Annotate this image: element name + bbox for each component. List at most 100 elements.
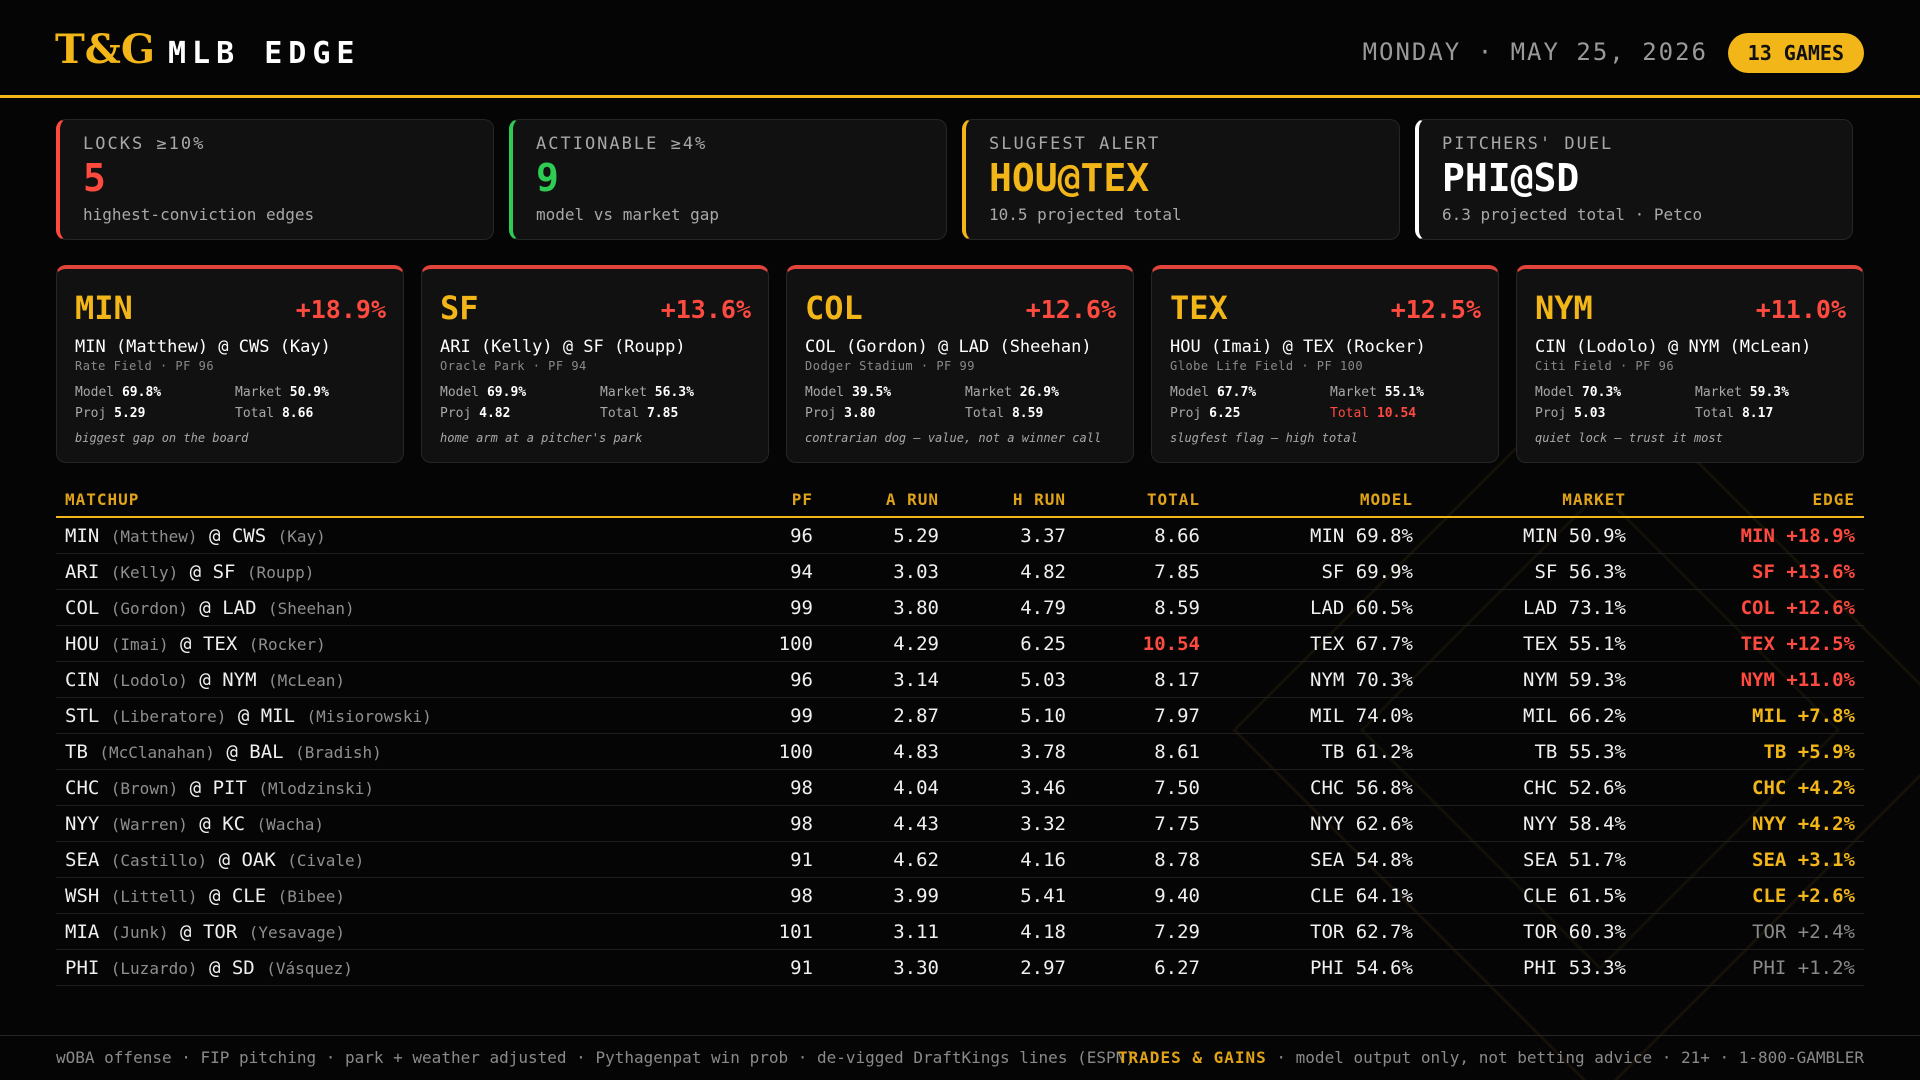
table-row[interactable]: NYY (Warren) @ KC (Wacha) 98 4.43 3.32 7.75 N… bbox=[56, 806, 1864, 842]
market-cell: CHC 52.6% bbox=[1523, 777, 1626, 799]
card-model-value: 70.3% bbox=[1581, 385, 1622, 400]
card-projection-value: 5.29 bbox=[114, 406, 146, 421]
away-runs-cell: 4.04 bbox=[893, 777, 939, 799]
model-cell: MIN 69.8% bbox=[1310, 525, 1413, 547]
card-model-label: Model bbox=[75, 385, 115, 400]
away-runs-cell: 3.14 bbox=[893, 669, 939, 691]
card-model-value: 39.5% bbox=[851, 385, 892, 400]
table-row[interactable]: PHI (Luzardo) @ SD (Vásquez) 91 3.30 2.97 6.… bbox=[56, 950, 1864, 986]
matchup-cell: COL (Gordon) @ LAD (Sheehan) bbox=[65, 597, 355, 619]
model-cell: NYM 70.3% bbox=[1310, 669, 1413, 691]
away-pitcher: (Warren) bbox=[110, 815, 188, 834]
card-projection-value: 6.25 bbox=[1209, 406, 1241, 421]
away-pitcher: (Brown) bbox=[110, 779, 179, 798]
away-runs-cell: 5.29 bbox=[893, 525, 939, 547]
card-total: Total 8.59 bbox=[965, 406, 1043, 421]
card-projection: Proj 4.82 bbox=[440, 406, 510, 421]
park-factor-cell: 100 bbox=[778, 741, 813, 763]
stat-subtext: 10.5 projected total bbox=[989, 205, 1182, 224]
table-row[interactable]: CIN (Lodolo) @ NYM (McLean) 96 3.14 5.03 8.1… bbox=[56, 662, 1864, 698]
park-factor-cell: 98 bbox=[790, 885, 813, 907]
home-runs-cell: 3.32 bbox=[1020, 813, 1066, 835]
market-cell: LAD 73.1% bbox=[1523, 597, 1626, 619]
total-cell: 10.54 bbox=[1142, 633, 1200, 655]
edge-card[interactable]: SF +13.6% ARI (Kelly) @ SF (Roupp) Oracle P… bbox=[421, 265, 769, 463]
card-team: NYM bbox=[1535, 289, 1593, 327]
card-note: home arm at a pitcher's park bbox=[440, 431, 643, 445]
card-market-value: 50.9% bbox=[289, 385, 329, 400]
matchup-table: MATCHUP PF A RUN H RUN TOTAL MODEL MARKE… bbox=[56, 484, 1864, 986]
col-header-edge[interactable]: EDGE bbox=[1812, 490, 1855, 509]
edge-card[interactable]: COL +12.6% COL (Gordon) @ LAD (Sheehan) Dod… bbox=[786, 265, 1134, 463]
total-cell: 8.17 bbox=[1154, 669, 1200, 691]
card-matchup: HOU (Imai) @ TEX (Rocker) bbox=[1170, 337, 1426, 357]
home-runs-cell: 2.97 bbox=[1020, 957, 1066, 979]
table-row[interactable]: TB (McClanahan) @ BAL (Bradish) 100 4.83 3.… bbox=[56, 734, 1864, 770]
away-runs-cell: 2.87 bbox=[893, 705, 939, 727]
table-row[interactable]: MIN (Matthew) @ CWS (Kay) 96 5.29 3.37 8.66 M… bbox=[56, 518, 1864, 554]
col-header-market[interactable]: MARKET bbox=[1562, 490, 1626, 509]
table-row[interactable]: WSH (Littell) @ CLE (Bibee) 98 3.99 5.41 9.4… bbox=[56, 878, 1864, 914]
card-market: Market 56.3% bbox=[600, 385, 694, 400]
total-cell: 7.75 bbox=[1154, 813, 1200, 835]
table-row[interactable]: COL (Gordon) @ LAD (Sheehan) 99 3.80 4.79 8.… bbox=[56, 590, 1864, 626]
matchup-cell: SEA (Castillo) @ OAK (Civale) bbox=[65, 849, 364, 871]
footer-brand: TRADES & GAINS bbox=[1117, 1048, 1267, 1067]
at-symbol: @ bbox=[189, 561, 202, 583]
table-row[interactable]: SEA (Castillo) @ OAK (Civale) 91 4.62 4.16 8… bbox=[56, 842, 1864, 878]
home-pitcher: (Yesavage) bbox=[248, 923, 346, 942]
away-team: NYY bbox=[65, 813, 100, 835]
card-market-label: Market bbox=[965, 385, 1012, 400]
col-header-h-run[interactable]: H RUN bbox=[1013, 490, 1066, 509]
table-row[interactable]: STL (Liberatore) @ MIL (Misiorowski) 99 2.… bbox=[56, 698, 1864, 734]
edge-card[interactable]: NYM +11.0% CIN (Lodolo) @ NYM (McLean) Citi… bbox=[1516, 265, 1864, 463]
market-cell: SEA 51.7% bbox=[1523, 849, 1626, 871]
table-row[interactable]: CHC (Brown) @ PIT (Mlodzinski) 98 4.04 3.46… bbox=[56, 770, 1864, 806]
model-cell: SF 69.9% bbox=[1321, 561, 1413, 583]
away-pitcher: (McClanahan) bbox=[99, 743, 215, 762]
at-symbol: @ bbox=[218, 849, 231, 871]
col-header-model[interactable]: MODEL bbox=[1360, 490, 1413, 509]
col-header-total[interactable]: TOTAL bbox=[1147, 490, 1200, 509]
matchup-cell: CIN (Lodolo) @ NYM (McLean) bbox=[65, 669, 345, 691]
away-team: STL bbox=[65, 705, 100, 727]
away-team: HOU bbox=[65, 633, 100, 655]
page-header: T&G MLB EDGE MONDAY · MAY 25, 2026 13 GA… bbox=[0, 0, 1920, 98]
col-header-matchup[interactable]: MATCHUP bbox=[65, 490, 139, 509]
away-runs-cell: 4.62 bbox=[893, 849, 939, 871]
matchup-cell: TB (McClanahan) @ BAL (Bradish) bbox=[65, 741, 382, 763]
card-model: Model 39.5% bbox=[805, 385, 891, 400]
col-header-pf[interactable]: PF bbox=[792, 490, 813, 509]
card-total-value: 8.66 bbox=[281, 406, 314, 421]
edge-card[interactable]: MIN +18.9% MIN (Matthew) @ CWS (Kay) Rate F… bbox=[56, 265, 404, 463]
card-market-value: 56.3% bbox=[654, 385, 694, 400]
edge-card[interactable]: TEX +12.5% HOU (Imai) @ TEX (Rocker) Globe … bbox=[1151, 265, 1499, 463]
away-team: MIA bbox=[65, 921, 100, 943]
park-factor-cell: 101 bbox=[778, 921, 813, 943]
table-row[interactable]: ARI (Kelly) @ SF (Roupp) 94 3.03 4.82 7.85 SF… bbox=[56, 554, 1864, 590]
card-edge-value: +12.5% bbox=[1390, 295, 1481, 324]
card-model-label: Model bbox=[440, 385, 480, 400]
home-runs-cell: 4.16 bbox=[1020, 849, 1066, 871]
table-row[interactable]: HOU (Imai) @ TEX (Rocker) 100 4.29 6.25 10.5… bbox=[56, 626, 1864, 662]
card-market-label: Market bbox=[1330, 385, 1377, 400]
card-matchup: MIN (Matthew) @ CWS (Kay) bbox=[75, 337, 331, 357]
home-runs-cell: 4.79 bbox=[1020, 597, 1066, 619]
table-row[interactable]: MIA (Junk) @ TOR (Yesavage) 101 3.11 4.18 7.… bbox=[56, 914, 1864, 950]
card-matchup: COL (Gordon) @ LAD (Sheehan) bbox=[805, 337, 1092, 357]
total-cell: 8.78 bbox=[1154, 849, 1200, 871]
home-team: KC bbox=[222, 813, 246, 835]
model-cell: PHI 54.6% bbox=[1310, 957, 1413, 979]
total-cell: 8.66 bbox=[1154, 525, 1200, 547]
home-runs-cell: 4.18 bbox=[1020, 921, 1066, 943]
away-runs-cell: 4.83 bbox=[893, 741, 939, 763]
home-team: TOR bbox=[202, 921, 238, 943]
col-header-a-run[interactable]: A RUN bbox=[886, 490, 939, 509]
card-market-value: 26.9% bbox=[1019, 385, 1059, 400]
home-team: SD bbox=[231, 957, 255, 979]
matchup-cell: WSH (Littell) @ CLE (Bibee) bbox=[65, 885, 345, 907]
home-runs-cell: 4.82 bbox=[1020, 561, 1066, 583]
card-market: Market 26.9% bbox=[965, 385, 1059, 400]
card-venue: Dodger Stadium · PF 99 bbox=[805, 359, 975, 373]
stat-label: LOCKS ≥10% bbox=[83, 134, 206, 154]
